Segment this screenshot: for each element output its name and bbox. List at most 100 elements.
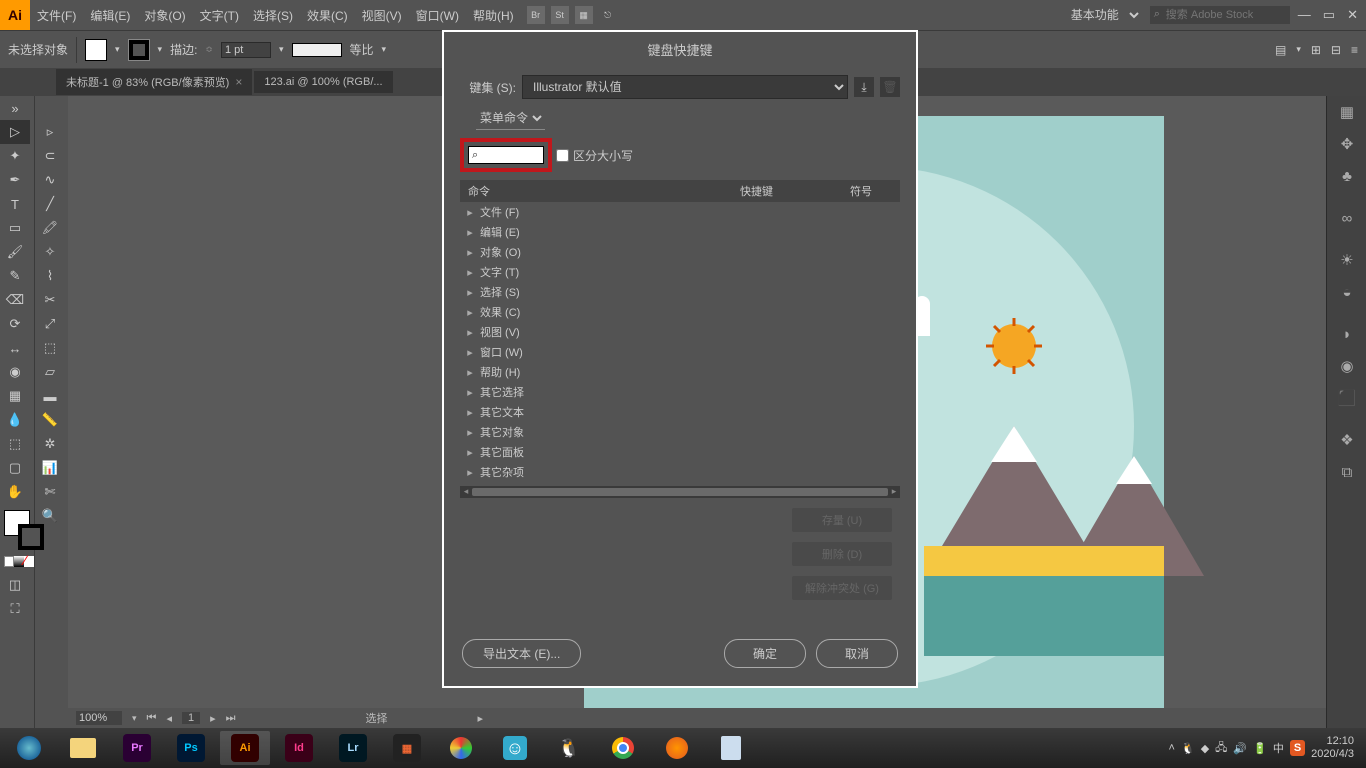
command-list[interactable]: ▸文件 (F)▸编辑 (E)▸对象 (O)▸文字 (T)▸选择 (S)▸效果 (… [460, 202, 900, 482]
artboard-number[interactable]: 1 [182, 712, 200, 724]
line-tool[interactable]: ╱ [35, 192, 65, 216]
artboards-panel-icon[interactable]: ⧉ [1327, 456, 1366, 488]
nav-next-icon[interactable]: ▸ [210, 712, 216, 725]
gradient-panel-icon[interactable]: ⬛ [1327, 382, 1366, 414]
tray-app-icon[interactable]: ◆ [1201, 742, 1209, 755]
command-list-item[interactable]: ▸其它选择 [460, 382, 900, 402]
transform-icon[interactable]: ⊟ [1331, 43, 1341, 57]
scale-tool[interactable]: ⤢ [35, 312, 65, 336]
command-list-item[interactable]: ▸文件 (F) [460, 202, 900, 222]
rectangle-tool[interactable]: ▭ [0, 216, 30, 240]
paintbrush-tool[interactable]: 🖌 [0, 240, 30, 264]
scissors-tool[interactable]: ✂ [35, 288, 65, 312]
menu-view[interactable]: 视图(V) [355, 7, 409, 24]
direct-selection-tool[interactable]: ▹ [35, 120, 65, 144]
taskbar-browser-icon[interactable] [4, 731, 54, 765]
perspective-tool[interactable]: ▱ [35, 360, 65, 384]
command-list-item[interactable]: ▸对象 (O) [460, 242, 900, 262]
bridge-icon[interactable]: Br [527, 6, 545, 24]
magic-wand-tool[interactable]: ✦ [0, 144, 30, 168]
rotate-tool[interactable]: ⟳ [0, 312, 30, 336]
category-select[interactable]: 菜单命令 [476, 107, 545, 130]
taskbar-notepad-icon[interactable] [706, 731, 756, 765]
taskbar-indesign-icon[interactable]: Id [274, 731, 324, 765]
cancel-button[interactable]: 取消 [816, 639, 898, 668]
stroke-weight-dropdown-icon[interactable]: ▾ [279, 44, 284, 55]
scroll-right-icon[interactable]: ▸ [888, 486, 900, 498]
tab-toggle-icon[interactable]: » [0, 96, 30, 120]
taskbar-premiere-icon[interactable]: Pr [112, 731, 162, 765]
uniform-dropdown-icon[interactable]: ▾ [382, 44, 387, 55]
ok-button[interactable]: 确定 [724, 639, 806, 668]
draw-mode-icon[interactable]: ◫ [0, 573, 30, 597]
menu-help[interactable]: 帮助(H) [466, 7, 521, 24]
eyedropper-tool[interactable]: 💧 [0, 408, 30, 432]
nav-prev-icon[interactable]: ◂ [166, 712, 172, 725]
color-panel-icon[interactable]: ☀ [1327, 244, 1366, 276]
layers-panel-icon[interactable]: ❖ [1327, 424, 1366, 456]
menu-effect[interactable]: 效果(C) [300, 7, 355, 24]
menu-type[interactable]: 文字(T) [193, 7, 246, 24]
brushes-panel-icon[interactable]: ◗ [1327, 318, 1366, 350]
free-transform-tool[interactable]: ⬚ [35, 336, 65, 360]
zoom-input[interactable] [76, 711, 122, 725]
color-mode-icon[interactable] [4, 556, 14, 567]
fill-swatch[interactable] [85, 39, 107, 61]
close-tab-icon[interactable]: × [235, 75, 242, 89]
taskbar-illustrator-icon[interactable]: Ai [220, 731, 270, 765]
taskbar-lightroom-icon[interactable]: Lr [328, 731, 378, 765]
tray-qq-icon[interactable]: 🐧 [1181, 742, 1195, 755]
close-icon[interactable]: ✕ [1347, 7, 1358, 23]
mesh-tool[interactable]: ▦ [0, 384, 30, 408]
taskbar-firefox-icon[interactable] [652, 731, 702, 765]
style-dropdown-icon[interactable]: ▾ [1296, 44, 1301, 55]
stroke-dropdown-icon[interactable]: ▾ [158, 44, 163, 55]
align-icon[interactable]: ⊞ [1311, 43, 1321, 57]
eraser-tool[interactable]: ⌫ [0, 288, 30, 312]
taskbar-explorer-icon[interactable] [58, 731, 108, 765]
stroke-stepper[interactable]: ≎ [205, 44, 213, 55]
tray-battery-icon[interactable]: 🔋 [1253, 742, 1267, 755]
menu-select[interactable]: 选择(S) [246, 7, 300, 24]
brush-tool[interactable]: 🖍 [35, 216, 65, 240]
doc-tab-1[interactable]: 未标题-1 @ 83% (RGB/像素预览) × [56, 69, 252, 95]
minimize-icon[interactable]: — [1298, 7, 1311, 23]
shape-builder-tool[interactable]: ◉ [0, 360, 30, 384]
status-play-icon[interactable]: ▸ [478, 712, 484, 725]
selection-tool[interactable]: ▷ [0, 120, 30, 144]
doc-tab-2[interactable]: 123.ai @ 100% (RGB/... [254, 71, 392, 93]
command-list-item[interactable]: ▸效果 (C) [460, 302, 900, 322]
graph-tool[interactable]: 📊 [35, 456, 65, 480]
measure-tool[interactable]: 📏 [35, 408, 65, 432]
menu-object[interactable]: 对象(O) [137, 7, 192, 24]
fill-stroke-swatches[interactable] [4, 510, 30, 550]
properties-panel-icon[interactable]: ▦ [1327, 96, 1366, 128]
style-icon[interactable]: ▤ [1275, 43, 1286, 57]
command-list-item[interactable]: ▸窗口 (W) [460, 342, 900, 362]
command-list-item[interactable]: ▸其它文本 [460, 402, 900, 422]
stroke-swatch[interactable] [128, 39, 150, 61]
libraries-panel-icon[interactable]: ✥ [1327, 128, 1366, 160]
gradient-mode-icon[interactable] [14, 556, 24, 567]
nav-first-icon[interactable]: ⏮ [147, 712, 157, 725]
taskbar-app-1-icon[interactable]: ▦ [382, 731, 432, 765]
pencil-tool[interactable]: ✎ [0, 264, 30, 288]
taskbar-clock[interactable]: 12:10 2020/4/3 [1311, 735, 1354, 761]
taskbar-photoshop-icon[interactable]: Ps [166, 731, 216, 765]
tray-volume-icon[interactable]: 🔊 [1233, 742, 1247, 755]
symbol-sprayer-tool[interactable]: ✲ [35, 432, 65, 456]
case-sensitive-checkbox[interactable]: 区分大小写 [556, 147, 633, 164]
taskbar-app-3-icon[interactable]: ☺ [490, 731, 540, 765]
screen-mode-icon[interactable]: ⛶ [0, 597, 30, 621]
symbols-panel-icon[interactable]: ♣ [1327, 160, 1366, 192]
lasso-tool[interactable]: ⊂ [35, 144, 65, 168]
taskbar-chrome-icon[interactable] [598, 731, 648, 765]
command-list-item[interactable]: ▸其它杂项 [460, 462, 900, 482]
menu-edit[interactable]: 编辑(E) [83, 7, 137, 24]
taskbar-app-2-icon[interactable] [436, 731, 486, 765]
command-list-item[interactable]: ▸其它对象 [460, 422, 900, 442]
tray-network-icon[interactable]: 🖧 [1215, 739, 1227, 758]
hand-tool[interactable]: ✋ [0, 480, 30, 504]
horizontal-scrollbar[interactable]: ◂ ▸ [460, 486, 900, 498]
zoom-dropdown-icon[interactable]: ▾ [132, 713, 137, 724]
